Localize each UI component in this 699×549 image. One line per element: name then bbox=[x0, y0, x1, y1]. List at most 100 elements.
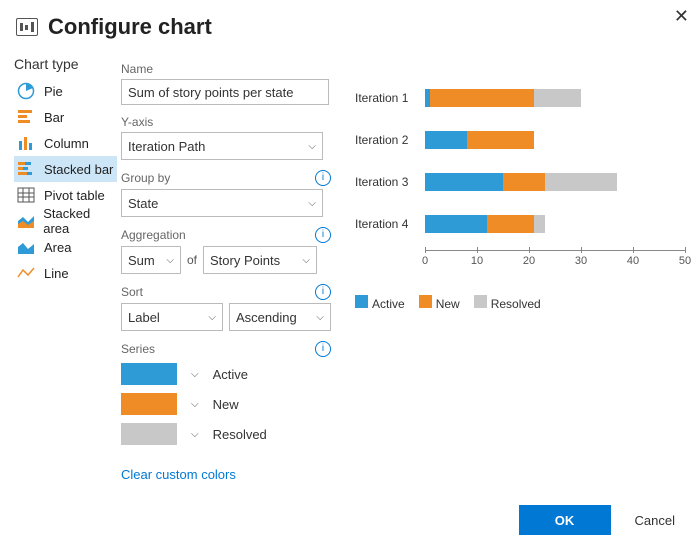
chevron-down-icon: ⌵ bbox=[316, 312, 324, 323]
legend-item: Resolved bbox=[474, 295, 541, 311]
chart-tick-label: 0 bbox=[422, 255, 428, 267]
chart-bar-segment bbox=[534, 89, 581, 107]
area-icon bbox=[16, 238, 36, 256]
ok-button[interactable]: OK bbox=[519, 505, 611, 535]
yaxis-label: Y-axis bbox=[121, 115, 153, 129]
series-swatch-resolved[interactable] bbox=[121, 423, 177, 445]
chevron-down-icon: ⌵ bbox=[308, 198, 316, 209]
chart-bar-segment bbox=[425, 173, 503, 191]
chart-bar-segment bbox=[467, 131, 535, 149]
groupby-select[interactable]: State ⌵ bbox=[121, 189, 323, 217]
chevron-down-icon[interactable]: ⌵ bbox=[191, 369, 199, 380]
chart-category-label: Iteration 4 bbox=[355, 217, 425, 231]
legend-item: Active bbox=[355, 295, 405, 311]
groupby-value: State bbox=[128, 196, 158, 211]
cancel-button[interactable]: Cancel bbox=[635, 513, 675, 528]
chart-tick-label: 40 bbox=[627, 255, 639, 267]
legend-swatch bbox=[474, 295, 487, 308]
yaxis-value: Iteration Path bbox=[128, 139, 205, 154]
close-icon[interactable]: ✕ bbox=[674, 6, 689, 27]
name-label: Name bbox=[121, 62, 153, 76]
chart-category-label: Iteration 2 bbox=[355, 133, 425, 147]
info-icon[interactable]: i bbox=[315, 170, 331, 186]
chart-type-line[interactable]: Line bbox=[14, 260, 117, 286]
aggregation-func-value: Sum bbox=[128, 253, 155, 268]
line-icon bbox=[16, 264, 36, 282]
chevron-down-icon: ⌵ bbox=[208, 312, 216, 323]
chart-type-label-pivot: Pivot table bbox=[44, 188, 105, 203]
chart-type-bar[interactable]: Bar bbox=[14, 104, 117, 130]
chart-bar-segment bbox=[534, 215, 544, 233]
dialog-title: Configure chart bbox=[48, 14, 212, 40]
aggregation-label: Aggregation bbox=[121, 228, 186, 242]
chart-category-label: Iteration 1 bbox=[355, 91, 425, 105]
yaxis-select[interactable]: Iteration Path ⌵ bbox=[121, 132, 323, 160]
chart-bar-row: Iteration 1 bbox=[355, 82, 685, 114]
aggregation-field-select[interactable]: Story Points ⌵ bbox=[203, 246, 317, 274]
info-icon[interactable]: i bbox=[315, 227, 331, 243]
series-name-new: New bbox=[213, 397, 239, 412]
chart-bar-segment bbox=[487, 215, 534, 233]
series-row: ⌵ Resolved bbox=[121, 421, 331, 447]
aggregation-func-select[interactable]: Sum ⌵ bbox=[121, 246, 181, 274]
series-swatch-new[interactable] bbox=[121, 393, 177, 415]
column-icon bbox=[16, 134, 36, 152]
chevron-down-icon[interactable]: ⌵ bbox=[191, 399, 199, 410]
series-row: ⌵ New bbox=[121, 391, 331, 417]
chart-type-area[interactable]: Area bbox=[14, 234, 117, 260]
sort-dir-value: Ascending bbox=[236, 310, 297, 325]
sort-dir-select[interactable]: Ascending ⌵ bbox=[229, 303, 331, 331]
series-row: ⌵ Active bbox=[121, 361, 331, 387]
chart-type-pie[interactable]: Pie bbox=[14, 78, 117, 104]
chart-bar-segment bbox=[425, 215, 487, 233]
chart-type-label-stacked-area: Stacked area bbox=[43, 206, 117, 236]
chart-type-label-bar: Bar bbox=[44, 110, 64, 125]
chart-x-axis: 01020304050 bbox=[425, 250, 685, 269]
chevron-down-icon[interactable]: ⌵ bbox=[191, 429, 199, 440]
chart-type-pivot-table[interactable]: Pivot table bbox=[14, 182, 117, 208]
chart-bar-row: Iteration 4 bbox=[355, 208, 685, 240]
clear-custom-colors-link[interactable]: Clear custom colors bbox=[121, 467, 236, 482]
chart-type-label-column: Column bbox=[44, 136, 89, 151]
chart-type-label-line: Line bbox=[44, 266, 69, 281]
chart-legend: ActiveNewResolved bbox=[355, 295, 685, 311]
legend-swatch bbox=[419, 295, 432, 308]
series-swatch-active[interactable] bbox=[121, 363, 177, 385]
chevron-down-icon: ⌵ bbox=[308, 141, 316, 152]
chart-type-label: Chart type bbox=[14, 56, 117, 72]
name-input[interactable] bbox=[121, 79, 329, 105]
chart-bar-segment bbox=[425, 131, 467, 149]
chart-type-stacked-bar[interactable]: Stacked bar bbox=[14, 156, 117, 182]
chart-tick-label: 30 bbox=[575, 255, 587, 267]
chart-type-label-pie: Pie bbox=[44, 84, 63, 99]
chart-bar-row: Iteration 3 bbox=[355, 166, 685, 198]
chart-category-label: Iteration 3 bbox=[355, 175, 425, 189]
sort-field-value: Label bbox=[128, 310, 160, 325]
legend-swatch bbox=[355, 295, 368, 308]
chevron-down-icon: ⌵ bbox=[302, 255, 310, 266]
chart-tick-label: 10 bbox=[471, 255, 483, 267]
chart-icon bbox=[16, 18, 38, 36]
chart-bar-segment bbox=[430, 89, 534, 107]
chart-type-stacked-area[interactable]: Stacked area bbox=[14, 208, 117, 234]
chart-bar-segment bbox=[545, 173, 618, 191]
info-icon[interactable]: i bbox=[315, 341, 331, 357]
stacked-area-icon bbox=[16, 212, 35, 230]
pie-icon bbox=[16, 82, 36, 100]
groupby-label: Group by bbox=[121, 171, 170, 185]
chart-type-label-area: Area bbox=[44, 240, 71, 255]
chart-type-column[interactable]: Column bbox=[14, 130, 117, 156]
aggregation-field-value: Story Points bbox=[210, 253, 280, 268]
chart-tick-label: 50 bbox=[679, 255, 691, 267]
chart-type-label-stacked-bar: Stacked bar bbox=[44, 162, 113, 177]
info-icon[interactable]: i bbox=[315, 284, 331, 300]
bar-icon bbox=[16, 108, 36, 126]
stacked-bar-icon bbox=[16, 160, 36, 178]
sort-field-select[interactable]: Label ⌵ bbox=[121, 303, 223, 331]
pivot-table-icon bbox=[16, 186, 36, 204]
chevron-down-icon: ⌵ bbox=[166, 255, 174, 266]
chart-bar-segment bbox=[503, 173, 545, 191]
series-name-resolved: Resolved bbox=[213, 427, 267, 442]
series-label: Series bbox=[121, 342, 155, 356]
series-name-active: Active bbox=[213, 367, 248, 382]
